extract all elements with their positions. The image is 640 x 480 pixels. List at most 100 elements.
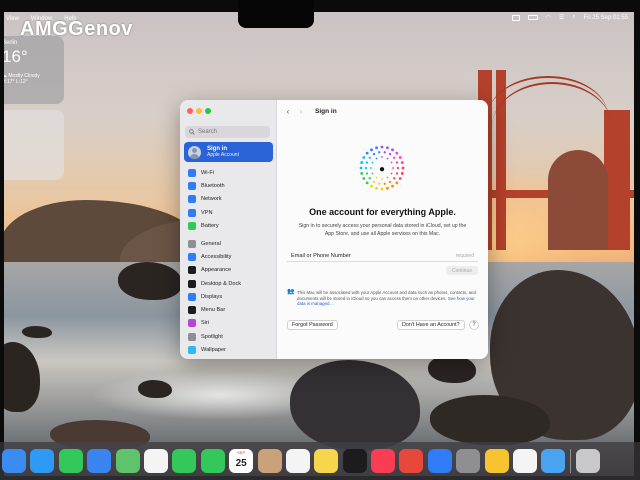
wifi-icon <box>188 168 196 177</box>
search-input[interactable]: Search <box>185 126 270 138</box>
keyboard-input-icon[interactable] <box>511 14 520 21</box>
phone-icon[interactable] <box>200 449 225 473</box>
apple-account-logo: ● <box>356 142 408 194</box>
vpn-icon <box>188 208 196 217</box>
dock-icon <box>188 279 196 288</box>
sidebar-item-sign-in[interactable]: Sign in Apple Account <box>184 142 273 162</box>
notes-icon[interactable] <box>314 449 339 473</box>
help-button[interactable]: ? <box>469 320 479 330</box>
dock: SEP 25 <box>0 442 640 480</box>
sign-in-pane: ‹ › Sign in ● One account for everything… <box>277 100 488 359</box>
menu-view[interactable]: View <box>6 16 19 22</box>
sidebar-item-wallpaper[interactable]: Wallpaper <box>184 343 273 356</box>
trash-icon[interactable] <box>575 449 600 473</box>
sidebar-item-bluetooth[interactable]: Bluetooth <box>184 179 273 192</box>
gear-icon <box>188 239 196 248</box>
window-controls <box>187 108 211 114</box>
sidebar-item-accessibility[interactable]: Accessibility <box>184 250 273 263</box>
tv-icon[interactable] <box>342 449 367 473</box>
description: Sign in to securely access your personal… <box>298 223 467 237</box>
minimize-button[interactable] <box>196 108 202 114</box>
system-settings-icon[interactable] <box>456 449 481 473</box>
sidebar-item-displays[interactable]: Displays <box>184 290 273 303</box>
app-store-icon[interactable] <box>427 449 452 473</box>
mail-icon[interactable] <box>87 449 112 473</box>
camera-notch <box>238 0 314 28</box>
calendar-day: 25 <box>235 457 247 469</box>
watermark-text: AMGGenov <box>20 18 133 40</box>
appearance-icon <box>188 266 196 275</box>
sidebar-item-desktop-dock[interactable]: Desktop & Dock <box>184 277 273 290</box>
widget[interactable] <box>0 110 64 180</box>
launchpad-icon[interactable] <box>399 449 424 473</box>
create-account-button[interactable]: Don't Have an Account? <box>397 320 465 330</box>
forward-button[interactable]: › <box>296 106 306 116</box>
dot-ring-icon: ● <box>359 145 405 191</box>
menu-clock[interactable]: Fri 25 Sep 01:55 <box>584 15 628 21</box>
sidebar-item-spotlight[interactable]: Spotlight <box>184 330 273 343</box>
messages-icon[interactable] <box>58 449 83 473</box>
accessibility-icon <box>188 252 196 261</box>
zoom-button[interactable] <box>205 108 211 114</box>
sidebar-item-siri[interactable]: Siri <box>184 317 273 330</box>
email-field[interactable]: Email or Phone Number required <box>287 250 478 262</box>
music-icon[interactable] <box>371 449 396 473</box>
preview-icon[interactable] <box>513 449 538 473</box>
menubar-icon <box>188 306 196 315</box>
headline: One account for everything Apple. <box>309 207 456 217</box>
bluetooth-icon <box>188 181 196 190</box>
back-button[interactable]: ‹ <box>283 106 293 116</box>
sidebar-item-label: Battery <box>201 222 219 229</box>
email-field-hint: required <box>455 252 474 259</box>
battery-icon[interactable] <box>527 15 538 20</box>
menu-bar-status: ◠ ☰ ⌕ Fri 25 Sep 01:55 <box>511 14 628 21</box>
sidebar-item-menu-bar[interactable]: Menu Bar <box>184 303 273 316</box>
finder-icon[interactable] <box>2 449 26 473</box>
spotlight-icon <box>188 332 196 341</box>
settings-sidebar: Search Sign in Apple Account Wi-Fi Blueto… <box>180 100 277 359</box>
sidebar-item-appearance[interactable]: Appearance <box>184 264 273 277</box>
rock <box>118 262 182 300</box>
maps-icon[interactable] <box>115 449 140 473</box>
sidebar-item-label: Siri <box>201 320 210 327</box>
sidebar-item-label: Desktop & Dock <box>201 280 242 287</box>
control-center-icon[interactable]: ☰ <box>559 14 564 21</box>
spotlight-icon[interactable]: ⌕ <box>572 14 575 21</box>
calendar-icon[interactable]: SEP 25 <box>229 449 254 473</box>
safari-icon[interactable] <box>30 449 55 473</box>
screen-bezel <box>0 0 640 12</box>
photos-icon[interactable] <box>143 449 168 473</box>
globe-icon <box>188 195 196 204</box>
sidebar-item-network[interactable]: Network <box>184 193 273 206</box>
wallpaper-icon <box>188 346 196 355</box>
close-button[interactable] <box>187 108 193 114</box>
sidebar-item-wi-fi[interactable]: Wi-Fi <box>184 166 273 179</box>
display-icon <box>188 292 196 301</box>
continue-button[interactable]: Continue <box>446 266 478 275</box>
apple-logo-icon: ● <box>379 164 385 175</box>
siri-icon <box>188 319 196 328</box>
wifi-icon[interactable]: ◠ <box>546 14 551 21</box>
reminders-icon[interactable] <box>285 449 310 473</box>
sidebar-group-system: General Accessibility Appearance Desktop & … <box>184 237 273 357</box>
avatar <box>188 145 201 159</box>
sidebar-item-general[interactable]: General <box>184 237 273 250</box>
facetime-icon[interactable] <box>172 449 197 473</box>
sidebar-item-vpn[interactable]: VPN <box>184 206 273 219</box>
rock <box>22 326 52 338</box>
bridge-arch <box>548 150 608 250</box>
sidebar-item-label: Displays <box>201 293 223 300</box>
sidebar-item-label: Appearance <box>201 267 232 274</box>
forgot-password-button[interactable]: Forgot Password <box>287 320 338 330</box>
sidebar-group-network: Wi-Fi Bluetooth Network VPN Battery <box>184 166 273 232</box>
screen-sharing-icon[interactable] <box>541 449 566 473</box>
tips-icon[interactable] <box>484 449 509 473</box>
privacy-notice: 👥 This Mac will be associated with your … <box>287 289 478 307</box>
search-placeholder: Search <box>198 129 218 135</box>
weather-hilo: H:17° L:12° <box>2 79 28 85</box>
system-settings-window: Search Sign in Apple Account Wi-Fi Blueto… <box>180 100 488 359</box>
contacts-icon[interactable] <box>257 449 282 473</box>
weather-widget[interactable]: Berlin 16° ☁ Mostly Cloudy H:17° L:12° <box>0 36 64 104</box>
dock-separator <box>569 449 571 473</box>
sidebar-item-battery[interactable]: Battery <box>184 219 273 232</box>
